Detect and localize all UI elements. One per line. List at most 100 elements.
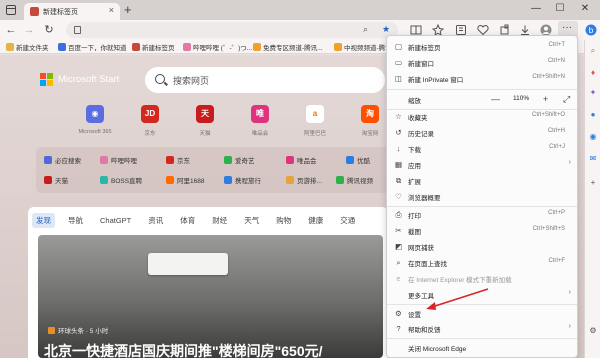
zoom-in-button[interactable]: + — [543, 94, 548, 104]
new-tab-favicon — [30, 7, 39, 16]
tab-sports[interactable]: 体育 — [176, 213, 199, 228]
menu-item-close-edge[interactable]: 关闭 Microsoft Edge — [387, 340, 577, 355]
tab-new-tab[interactable]: 新建标签页 × — [24, 3, 120, 20]
menu-item-history[interactable]: ↺ 历史记录 Ctrl+H — [387, 125, 577, 140]
new-tab-icon: ▢ — [394, 42, 403, 51]
search-sidebar-icon[interactable]: ⌕ — [588, 46, 598, 56]
folder-icon — [6, 43, 14, 51]
extensions-icon: ⧉ — [395, 176, 402, 185]
bookmark-baidu[interactable]: 百度一下，你就知道 — [58, 42, 127, 52]
bookmark-folder[interactable]: 新建文件夹 — [6, 42, 49, 52]
quick-link-bilibili[interactable]: 哔哩哔哩 — [100, 155, 137, 167]
address-bar[interactable]: ⌕ ★ — [66, 22, 398, 38]
menu-item-new-inprivate[interactable]: ◫ 新建 InPrivate 窗口 Ctrl+Shift+N — [387, 71, 577, 86]
minimize-button[interactable]: — — [528, 3, 544, 14]
news-card-image[interactable]: 环球头条 · 5 小时 北京一快捷酒店国庆期间推"楼梯间房"650元/ — [38, 235, 383, 358]
menu-item-favorites[interactable]: ☆ 收藏夹 Ctrl+Shift+O — [387, 109, 577, 124]
tab-title: 新建标签页 — [43, 9, 78, 16]
close-window-button[interactable]: ✕ — [577, 3, 593, 14]
add-sidebar-app-icon[interactable]: + — [588, 178, 598, 188]
tab-close-icon[interactable]: × — [109, 5, 114, 15]
new-window-icon: ▭ — [394, 58, 403, 67]
quick-link-boss[interactable]: BOSS直聘 — [100, 175, 142, 187]
tab-chatgpt[interactable]: ChatGPT — [96, 214, 135, 227]
shopping-icon[interactable]: ♦ — [588, 68, 598, 78]
quick-link-vip[interactable]: 唯品会 — [286, 155, 317, 167]
zoom-out-button[interactable]: — — [491, 94, 500, 104]
quick-link-youku[interactable]: 优酷 — [346, 155, 370, 167]
menu-item-print[interactable]: ⎙ 打印 Ctrl+P — [387, 207, 577, 222]
menu-item-find-on-page[interactable]: ⌕ 在页面上查找 Ctrl+F — [387, 255, 577, 270]
tile-jd[interactable]: JD 京东 — [131, 105, 169, 143]
tab-news[interactable]: 资讯 — [144, 213, 167, 228]
bookmark-bilibili[interactable]: 哔哩哔哩 (゜-゜)つ... — [183, 42, 252, 52]
bookmark-new-tab[interactable]: 新建标签页 — [132, 42, 175, 52]
annotation-arrow — [426, 288, 489, 310]
tile-alibaba[interactable]: a 阿里巴巴 — [296, 105, 334, 143]
news-source: 环球头条 · 5 小时 — [48, 325, 108, 335]
workspaces-icon[interactable] — [5, 4, 17, 16]
tile-microsoft-365[interactable]: ◉ Microsoft 365 — [76, 105, 114, 143]
search-icon — [155, 74, 165, 84]
print-icon: ⎙ — [395, 210, 402, 219]
quick-link-bing[interactable]: 必应搜索 — [44, 155, 81, 167]
quick-link-tmall[interactable]: 天猫 — [44, 175, 68, 187]
menu-item-browser-essentials[interactable]: ♡ 浏览器概要 — [387, 189, 577, 204]
search-input[interactable]: 搜索网页 — [173, 74, 209, 87]
edge-tab-icon — [132, 43, 140, 51]
fullscreen-icon[interactable]: ⤢ — [563, 94, 570, 105]
baidu-icon — [58, 43, 66, 51]
jd-icon: JD — [141, 105, 159, 123]
tab-finance[interactable]: 财经 — [208, 213, 231, 228]
sidebar-settings-icon[interactable]: ⚙ — [588, 326, 598, 336]
quick-link-jd[interactable]: 京东 — [166, 155, 190, 167]
games-icon[interactable]: ● — [588, 110, 598, 120]
tile-taobao[interactable]: 淘 淘宝网 — [351, 105, 389, 143]
refresh-button[interactable]: ↻ — [42, 23, 56, 37]
copilot-icon[interactable]: b — [585, 24, 597, 36]
tile-tmall[interactable]: 天 天猫 — [186, 105, 224, 143]
news-headline[interactable]: 北京一快捷酒店国庆期间推"楼梯间房"650元/ — [44, 341, 323, 358]
quick-link-1688[interactable]: 阿里1688 — [166, 175, 204, 187]
menu-item-extensions[interactable]: ⧉ 扩展 — [387, 173, 577, 188]
tab-traffic[interactable]: 交通 — [336, 213, 359, 228]
tab-shopping[interactable]: 购物 — [272, 213, 295, 228]
ctrip-icon — [224, 176, 232, 184]
menu-item-downloads[interactable]: ↓ 下载 Ctrl+J — [387, 141, 577, 156]
search-icon[interactable]: ⌕ — [363, 24, 368, 35]
web-search-box[interactable]: 搜索网页 — [145, 67, 385, 93]
menu-item-new-tab[interactable]: ▢ 新建标签页 Ctrl+T — [387, 39, 577, 54]
brand-title: Microsoft Start — [58, 74, 120, 85]
tab-discover[interactable]: 发现 — [32, 213, 55, 228]
quick-link-tencent-video[interactable]: 腾讯视频 — [336, 175, 373, 187]
menu-item-help-feedback[interactable]: ? 帮助和反馈 › — [387, 321, 577, 336]
menu-item-web-capture[interactable]: ◩ 网页捕获 — [387, 239, 577, 254]
new-tab-button[interactable]: + — [124, 2, 132, 17]
menu-item-screenshot[interactable]: ✂ 截图 Ctrl+Shift+S — [387, 223, 577, 238]
chevron-right-icon: › — [568, 159, 571, 166]
gear-icon: ⚙ — [395, 309, 402, 318]
tab-health[interactable]: 健康 — [304, 213, 327, 228]
back-button[interactable]: ← — [4, 23, 18, 37]
tile-vip[interactable]: 唯 唯品会 — [241, 105, 279, 143]
menu-item-apps[interactable]: ▦ 应用 › — [387, 157, 577, 172]
office-icon[interactable]: ◉ — [588, 132, 598, 142]
quick-link-ctrip[interactable]: 携程旅行 — [224, 175, 261, 187]
edge-sidebar: ⌕ ♦ ✦ ● ◉ ✉ + ⚙ — [584, 40, 600, 358]
tab-navigation[interactable]: 导航 — [64, 213, 87, 228]
bookmark-tencent-free[interactable]: 免费专区频道-腾讯... — [253, 42, 323, 52]
games-icon — [286, 176, 294, 184]
tab-weather[interactable]: 天气 — [240, 213, 263, 228]
menu-item-new-window[interactable]: ▭ 新建窗口 Ctrl+N — [387, 55, 577, 70]
air-conditioner-photo — [148, 253, 228, 275]
screenshot-icon: ✂ — [395, 226, 402, 235]
tools-icon[interactable]: ✦ — [588, 88, 598, 98]
forward-button[interactable]: → — [22, 23, 36, 37]
zoom-level: 110% — [513, 95, 530, 102]
maximize-button[interactable]: ☐ — [552, 3, 568, 14]
outlook-icon[interactable]: ✉ — [588, 154, 598, 164]
favorite-star-icon[interactable]: ★ — [382, 24, 390, 35]
find-icon: ⌕ — [396, 258, 401, 267]
quick-link-games[interactable]: 页游排... — [286, 175, 322, 187]
quick-link-iqiyi[interactable]: 爱奇艺 — [224, 155, 255, 167]
